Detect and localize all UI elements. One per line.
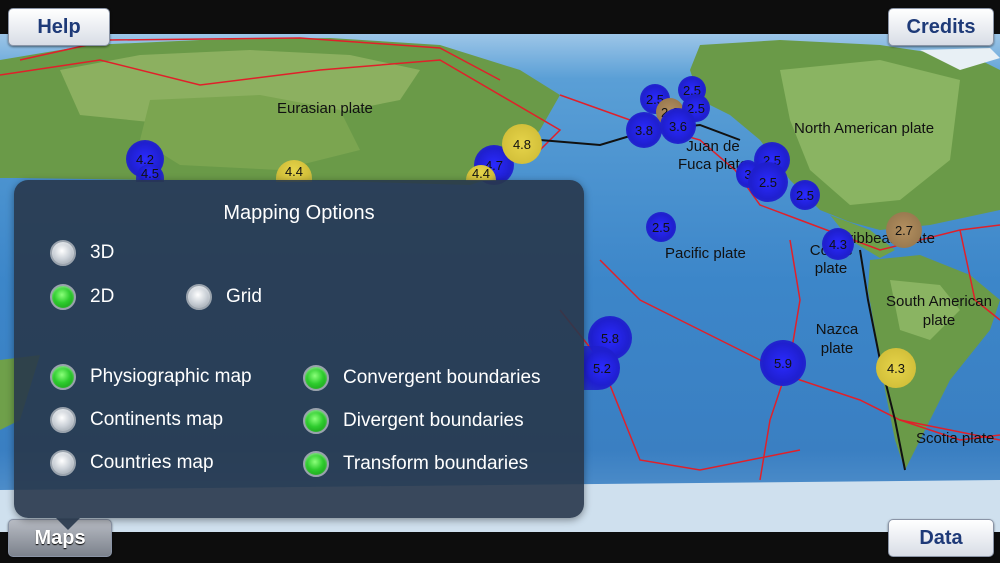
plate-label-nazca: Nazca plate — [815, 321, 859, 357]
option-transform-boundaries[interactable]: Transform boundaries — [303, 451, 528, 477]
option-grid[interactable]: Grid — [186, 284, 262, 310]
option-label: 2D — [90, 286, 115, 307]
plate-label-pacific: Pacific plate — [665, 245, 746, 262]
earthquake-marker[interactable]: 2.7 — [886, 212, 922, 248]
earthquake-marker[interactable]: 2.5 — [748, 162, 788, 202]
help-button[interactable]: Help — [8, 8, 110, 46]
radio-off-icon[interactable] — [50, 240, 76, 266]
option-convergent-boundaries[interactable]: Convergent boundaries — [303, 365, 541, 391]
option-label: 3D — [90, 242, 115, 263]
radio-off-icon[interactable] — [50, 450, 76, 476]
option-countries-map[interactable]: Countries map — [50, 450, 214, 476]
earthquake-marker[interactable]: 2.5 — [790, 180, 820, 210]
earthquake-marker[interactable]: 4.3 — [876, 348, 916, 388]
option-2d[interactable]: 2D — [50, 284, 114, 310]
earthquake-marker[interactable]: 4.3 — [822, 228, 854, 260]
radio-on-icon[interactable] — [50, 284, 76, 310]
plate-label-north-american: North American plate — [794, 120, 935, 137]
plate-label-scotia: Scotia plate — [916, 430, 995, 447]
data-button[interactable]: Data — [888, 519, 994, 557]
option-divergent-boundaries[interactable]: Divergent boundaries — [303, 408, 524, 434]
option-continents-map[interactable]: Continents map — [50, 407, 223, 433]
radio-on-icon[interactable] — [303, 365, 329, 391]
option-label: Continents map — [90, 409, 224, 430]
earthquake-marker[interactable]: 3.6 — [660, 108, 696, 144]
credits-button[interactable]: Credits — [888, 8, 994, 46]
option-label: Physiographic map — [90, 366, 252, 387]
option-physiographic-map[interactable]: Physiographic map — [50, 364, 252, 390]
radio-off-icon[interactable] — [50, 407, 76, 433]
option-label: Countries map — [90, 452, 214, 473]
plate-label-south-american: South American plate — [886, 293, 992, 329]
plate-label-eurasian: Eurasian plate — [277, 100, 373, 117]
option-label: Transform boundaries — [343, 453, 529, 474]
radio-off-icon[interactable] — [186, 284, 212, 310]
panel-title: Mapping Options — [223, 202, 375, 224]
earthquake-marker[interactable]: 4.8 — [502, 124, 542, 164]
option-label: Divergent boundaries — [343, 410, 524, 431]
radio-on-icon[interactable] — [303, 451, 329, 477]
option-label: Grid — [226, 286, 262, 307]
earthquake-marker[interactable]: 3.8 — [626, 112, 662, 148]
radio-on-icon[interactable] — [50, 364, 76, 390]
earthquake-marker[interactable]: 5.9 — [760, 340, 806, 386]
radio-on-icon[interactable] — [303, 408, 329, 434]
earthquake-marker[interactable]: 2.5 — [646, 212, 676, 242]
mapping-options-panel: Mapping Options 3D 2D Grid Physiographic… — [14, 180, 584, 530]
option-3d[interactable]: 3D — [50, 240, 114, 266]
option-label: Convergent boundaries — [343, 367, 541, 388]
